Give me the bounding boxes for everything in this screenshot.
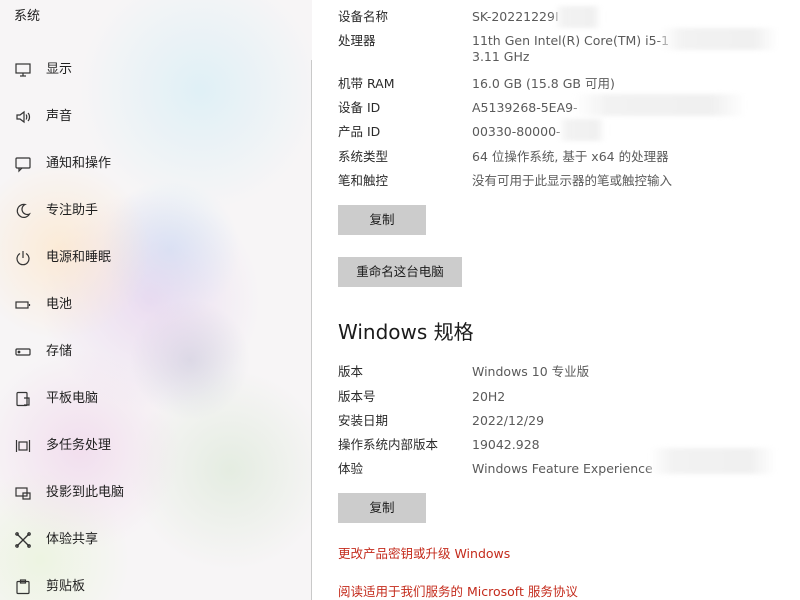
sidebar-item-label: 电源和睡眠 [46,250,112,265]
windows-specs-heading: Windows 规格 [338,320,474,344]
spec-label: 操作系统内部版本 [338,437,439,452]
change-product-key-link[interactable]: 更改产品密钥或升级 Windows [338,543,510,562]
sidebar-item-label: 剪贴板 [46,579,86,594]
spec-label: 产品 ID [338,124,381,139]
spec-label: 安装日期 [338,413,389,428]
monitor-icon [14,61,32,79]
sidebar-item-label: 体验共享 [46,532,99,547]
redacted-area [574,94,746,116]
copy-windows-specs-button[interactable]: 复制 [338,493,426,523]
spec-value: 16.0 GB (15.8 GB 可用) [472,76,615,91]
spec-value: SK-20221229I [472,9,559,24]
spec-value: Windows 10 专业版 [472,364,590,379]
sidebar-item-label: 通知和操作 [46,156,112,171]
sidebar-item-power-sleep[interactable]: 电源和睡眠 [0,235,311,282]
sidebar: 系统 显示 声音 通知和操作 专注助手 电源和睡眠 电池 存储 平板电脑 多任务… [0,0,312,600]
sidebar-item-storage[interactable]: 存储 [0,329,311,376]
spec-value: Windows Feature Experience [472,461,653,476]
sidebar-item-label: 声音 [46,109,73,124]
clipboard-icon [14,578,32,596]
sidebar-item-battery[interactable]: 电池 [0,282,311,329]
service-agreement-link[interactable]: 阅读适用于我们服务的 Microsoft 服务协议 [338,581,578,600]
sidebar-title: 系统 [14,9,41,24]
power-icon [14,249,32,267]
storage-icon [14,343,32,361]
spec-value: 00330-80000- [472,124,561,139]
sidebar-item-label: 电池 [46,297,73,312]
project-icon [14,484,32,502]
spec-label: 版本 [338,364,364,379]
sidebar-item-label: 平板电脑 [46,391,99,406]
tablet-icon [14,390,32,408]
sidebar-nav: 显示 声音 通知和操作 专注助手 电源和睡眠 电池 存储 平板电脑 多任务处理 … [0,47,311,600]
spec-label: 版本号 [338,389,376,404]
speaker-icon [14,108,32,126]
sidebar-item-project-to-pc[interactable]: 投影到此电脑 [0,470,311,517]
spec-value: 19042.928 [472,437,540,452]
sidebar-item-label: 显示 [46,62,73,77]
redacted-area [554,6,602,28]
sidebar-item-tablet[interactable]: 平板电脑 [0,376,311,423]
sidebar-item-notifications[interactable]: 通知和操作 [0,141,311,188]
sidebar-item-display[interactable]: 显示 [0,47,311,94]
spec-label: 机带 RAM [338,76,395,91]
spec-value: 2022/12/29 [472,413,545,428]
settings-window: 系统 显示 声音 通知和操作 专注助手 电源和睡眠 电池 存储 平板电脑 多任务… [0,0,800,600]
spec-value: 64 位操作系统, 基于 x64 的处理器 [472,149,669,164]
spec-value: A5139268-5EA9- [472,100,578,115]
spec-label: 设备 ID [338,100,381,115]
spec-label: 处理器 [338,33,376,48]
redacted-area [648,448,776,474]
sidebar-item-label: 存储 [46,344,73,359]
notification-icon [14,155,32,173]
sidebar-item-focus-assist[interactable]: 专注助手 [0,188,311,235]
spec-label: 笔和触控 [338,173,389,188]
shared-experience-icon [14,531,32,549]
spec-value-secondary: 3.11 GHz [472,49,530,64]
sidebar-item-shared-experiences[interactable]: 体验共享 [0,517,311,564]
sidebar-item-label: 专注助手 [46,203,99,218]
sidebar-item-clipboard[interactable]: 剪贴板 [0,564,311,600]
spec-label: 体验 [338,461,364,476]
battery-icon [14,296,32,314]
spec-value: 没有可用于此显示器的笔或触控输入 [472,173,673,188]
spec-value: 20H2 [472,389,506,404]
about-page: 设备名称 SK-20221229I 处理器 11th Gen Intel(R) … [312,0,800,600]
moon-icon [14,202,32,220]
sidebar-item-label: 多任务处理 [46,438,112,453]
sidebar-item-label: 投影到此电脑 [46,485,125,500]
multitasking-icon [14,437,32,455]
spec-label: 系统类型 [338,149,389,164]
sidebar-item-sound[interactable]: 声音 [0,94,311,141]
copy-device-specs-button[interactable]: 复制 [338,205,426,235]
spec-label: 设备名称 [338,9,389,24]
redacted-area [558,119,606,141]
rename-pc-button[interactable]: 重命名这台电脑 [338,257,462,287]
sidebar-item-multitasking[interactable]: 多任务处理 [0,423,311,470]
redacted-area [660,28,778,50]
spec-value: 11th Gen Intel(R) Core(TM) i5-1 [472,33,670,48]
